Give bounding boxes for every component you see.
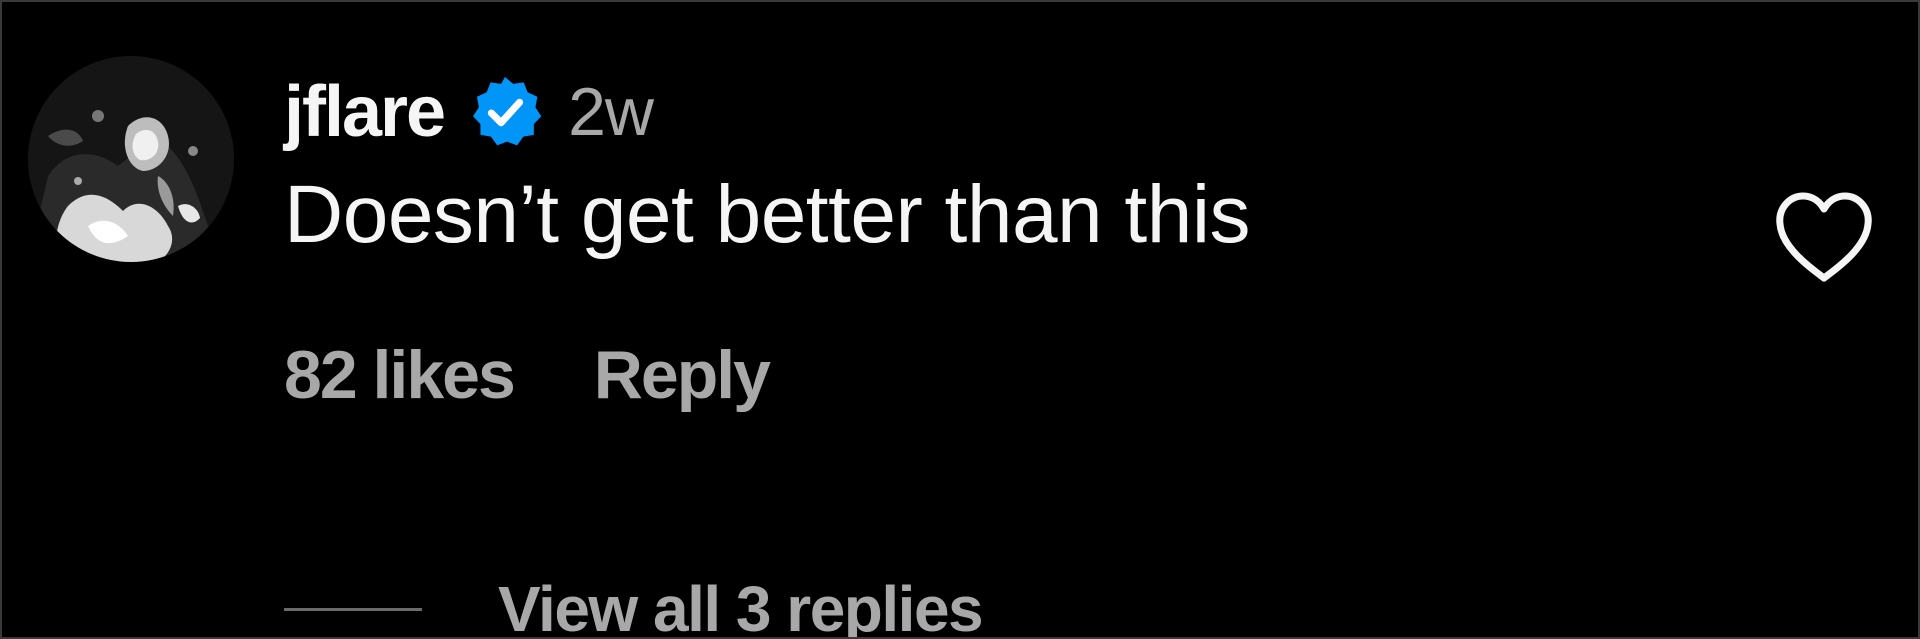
comment-text: Doesn’t get better than this bbox=[284, 169, 1251, 260]
view-replies-label: View all 3 replies bbox=[498, 573, 984, 639]
comment-screenshot: jflare 2w Doesn’t get better than this 8… bbox=[0, 0, 1920, 639]
comment-actions: 82 likes Reply bbox=[284, 336, 1918, 414]
replies-divider-line bbox=[284, 607, 422, 611]
view-replies-button[interactable]: View all 3 replies bbox=[284, 572, 984, 639]
comment-header: jflare 2w bbox=[284, 62, 1918, 162]
reply-button[interactable]: Reply bbox=[594, 336, 771, 414]
avatar[interactable] bbox=[28, 56, 234, 262]
likes-count-link[interactable]: 82 likes bbox=[284, 336, 516, 414]
verified-badge-icon bbox=[466, 73, 544, 151]
username-link[interactable]: jflare bbox=[284, 76, 446, 148]
like-button[interactable] bbox=[1772, 190, 1876, 286]
comment-body: jflare 2w Doesn’t get better than this 8… bbox=[284, 62, 1918, 414]
heart-outline-icon bbox=[1776, 192, 1872, 282]
avatar-photo bbox=[28, 56, 234, 262]
comment-timestamp[interactable]: 2w bbox=[568, 78, 654, 146]
